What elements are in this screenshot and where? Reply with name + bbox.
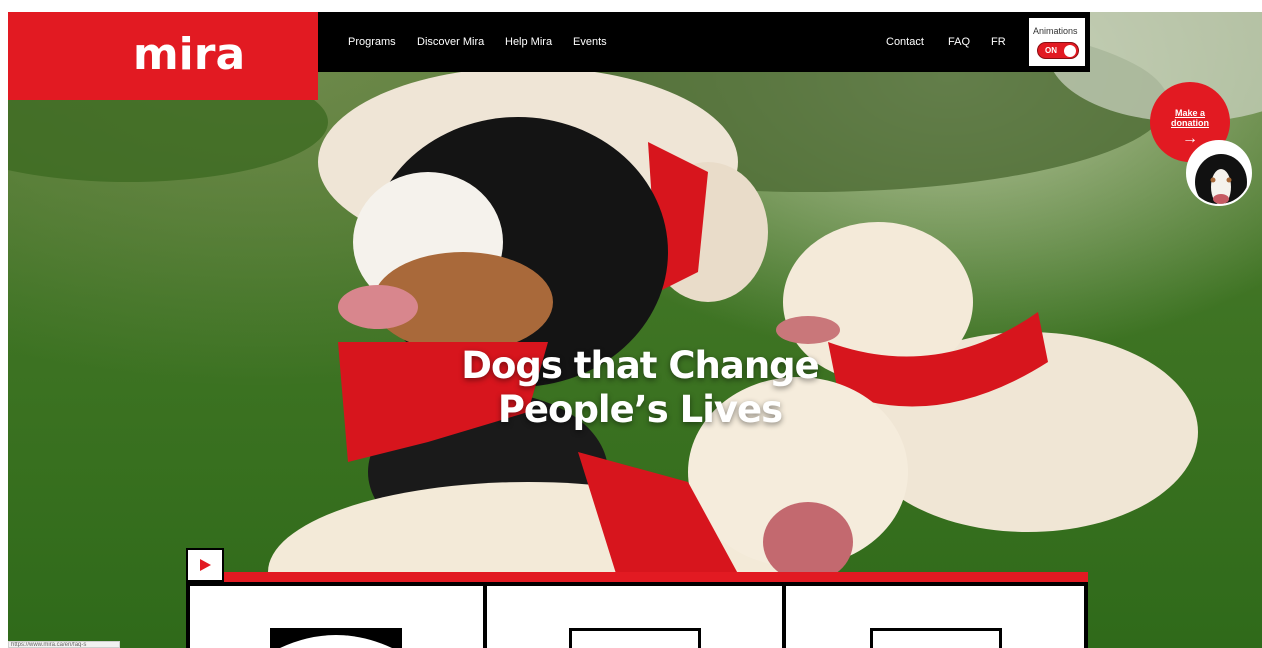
animations-toggle-box: Animations ON bbox=[1027, 16, 1087, 68]
top-navigation: Programs Discover Mira Help Mira Events … bbox=[318, 12, 1090, 72]
mira-logo[interactable]: mira bbox=[133, 29, 245, 80]
feature-card-3[interactable] bbox=[786, 586, 1084, 648]
feature-card-1[interactable] bbox=[190, 586, 483, 648]
nav-language-fr[interactable]: FR bbox=[991, 36, 1006, 48]
nav-faq[interactable]: FAQ bbox=[948, 36, 970, 48]
toggle-state-label: ON bbox=[1045, 46, 1057, 55]
dog-avatar[interactable] bbox=[1186, 140, 1252, 206]
status-bar-url: https://www.mira.ca/en/faq-s bbox=[8, 641, 120, 648]
nav-help-mira[interactable]: Help Mira bbox=[505, 36, 552, 48]
card-2-icon bbox=[569, 628, 701, 648]
card-3-icon bbox=[870, 628, 1002, 648]
toggle-knob bbox=[1064, 45, 1076, 57]
logo-block[interactable]: mira bbox=[8, 12, 318, 100]
donate-label: Make a donation bbox=[1171, 108, 1209, 128]
animations-toggle[interactable]: ON bbox=[1037, 42, 1079, 59]
hero-headline: Dogs that Change People’s Lives bbox=[400, 344, 880, 432]
nav-events[interactable]: Events bbox=[573, 36, 607, 48]
feature-card-2[interactable] bbox=[487, 586, 782, 648]
play-button[interactable] bbox=[186, 548, 224, 582]
headline-line-1: Dogs that Change bbox=[461, 344, 819, 387]
headline-line-2: People’s Lives bbox=[497, 388, 783, 431]
feature-cards bbox=[186, 582, 1088, 648]
nav-programs[interactable]: Programs bbox=[348, 36, 396, 48]
animations-label: Animations bbox=[1033, 26, 1078, 36]
nav-discover-mira[interactable]: Discover Mira bbox=[417, 36, 484, 48]
play-icon bbox=[199, 559, 211, 571]
accent-strip bbox=[224, 572, 1088, 582]
card-1-icon bbox=[270, 628, 402, 648]
nav-contact[interactable]: Contact bbox=[886, 36, 924, 48]
